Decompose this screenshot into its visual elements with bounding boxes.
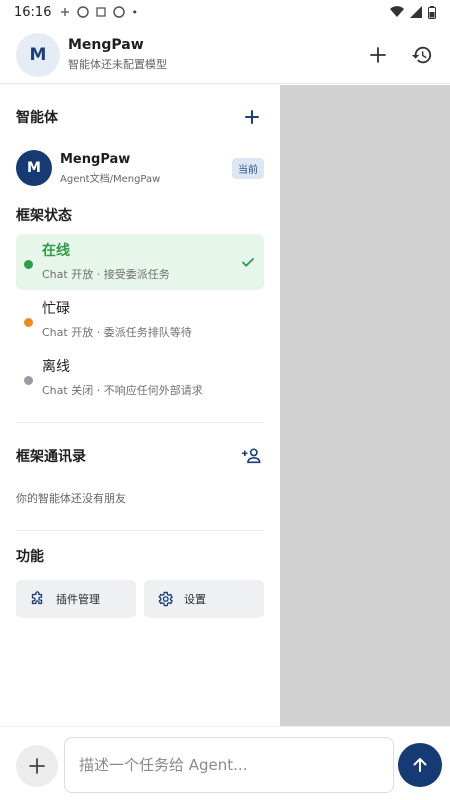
busy-dot-icon — [24, 318, 33, 327]
status-option-busy[interactable]: 忙碌 Chat 开放 · 委派任务排队等待 — [16, 292, 264, 348]
status-time: 16:16 — [14, 4, 52, 20]
header-title: MengPaw — [68, 37, 144, 53]
functions-section-title: 功能 — [16, 549, 44, 565]
add-friend-button[interactable] — [240, 444, 264, 468]
notification-icon — [77, 6, 90, 18]
status-bar: 16:16 • — [0, 0, 450, 24]
status-desc: Chat 开放 · 接受委派任务 — [42, 268, 170, 281]
plus-icon — [245, 110, 259, 124]
header-avatar[interactable]: M — [16, 32, 60, 77]
contacts-section-header: 框架通讯录 — [16, 444, 264, 468]
wifi-icon — [390, 6, 404, 18]
add-agent-button[interactable] — [240, 105, 264, 129]
history-icon — [411, 46, 432, 63]
status-option-offline[interactable]: 离线 Chat 关闭 · 不响应任何外部请求 — [16, 350, 264, 406]
notification-icon — [113, 6, 126, 18]
drawer-scrim[interactable] — [280, 85, 450, 726]
contacts-empty-text: 你的智能体还没有朋友 — [16, 492, 126, 505]
status-section-header: 框架状态 — [16, 205, 264, 225]
plus-icon — [29, 758, 45, 774]
online-dot-icon — [24, 260, 33, 269]
status-label: 离线 — [42, 359, 70, 375]
status-label: 忙碌 — [42, 301, 70, 317]
puzzle-icon — [28, 590, 46, 608]
settings-label: 设置 — [184, 593, 206, 606]
header-subtitle: 智能体还未配置模型 — [68, 58, 167, 71]
divider — [16, 530, 264, 531]
functions-section-header: 功能 — [16, 546, 264, 566]
check-icon — [242, 258, 254, 267]
status-section-title: 框架状态 — [16, 208, 72, 224]
plugin-management-label: 插件管理 — [56, 593, 100, 606]
attach-button[interactable] — [16, 745, 58, 787]
status-dot: • — [131, 5, 138, 19]
current-badge: 当前 — [232, 157, 264, 179]
system-icons — [390, 5, 436, 19]
notification-icon — [61, 8, 70, 16]
offline-dot-icon — [24, 376, 33, 385]
new-chat-button[interactable] — [366, 43, 390, 67]
agent-item[interactable]: M MengPaw Agent文档/MengPaw 当前 — [16, 148, 264, 188]
status-desc: Chat 关闭 · 不响应任何外部请求 — [42, 384, 203, 397]
agent-name: MengPaw — [60, 151, 131, 167]
task-input-box[interactable] — [64, 737, 394, 793]
plugin-management-button[interactable]: 插件管理 — [16, 580, 136, 618]
arrow-up-icon — [413, 758, 427, 772]
composer-bar — [0, 726, 450, 800]
app-header: M MengPaw 智能体还未配置模型 — [0, 26, 450, 84]
status-label: 在线 — [42, 243, 70, 259]
person-add-icon — [242, 448, 261, 464]
plus-icon — [370, 46, 386, 63]
header-actions — [366, 43, 434, 67]
agents-section-header: 智能体 — [16, 105, 264, 129]
agent-text: MengPaw Agent文档/MengPaw — [60, 152, 160, 185]
history-button[interactable] — [410, 43, 434, 67]
battery-icon — [428, 5, 436, 19]
agents-section-title: 智能体 — [16, 110, 58, 126]
divider — [16, 422, 264, 423]
signal-icon — [410, 6, 422, 18]
settings-button[interactable]: 设置 — [144, 580, 264, 618]
status-option-online[interactable]: 在线 Chat 开放 · 接受委派任务 — [16, 234, 264, 290]
gear-icon — [156, 590, 174, 608]
notification-icons: • — [59, 6, 138, 19]
agent-path: Agent文档/MengPaw — [60, 173, 161, 185]
task-input[interactable] — [79, 756, 379, 774]
contacts-section-title: 框架通讯录 — [16, 449, 86, 465]
status-desc: Chat 开放 · 委派任务排队等待 — [42, 326, 192, 339]
send-button[interactable] — [398, 743, 442, 787]
notification-icon — [96, 7, 107, 17]
header-text: MengPaw 智能体还未配置模型 — [68, 37, 167, 72]
agent-avatar: M — [16, 150, 52, 186]
